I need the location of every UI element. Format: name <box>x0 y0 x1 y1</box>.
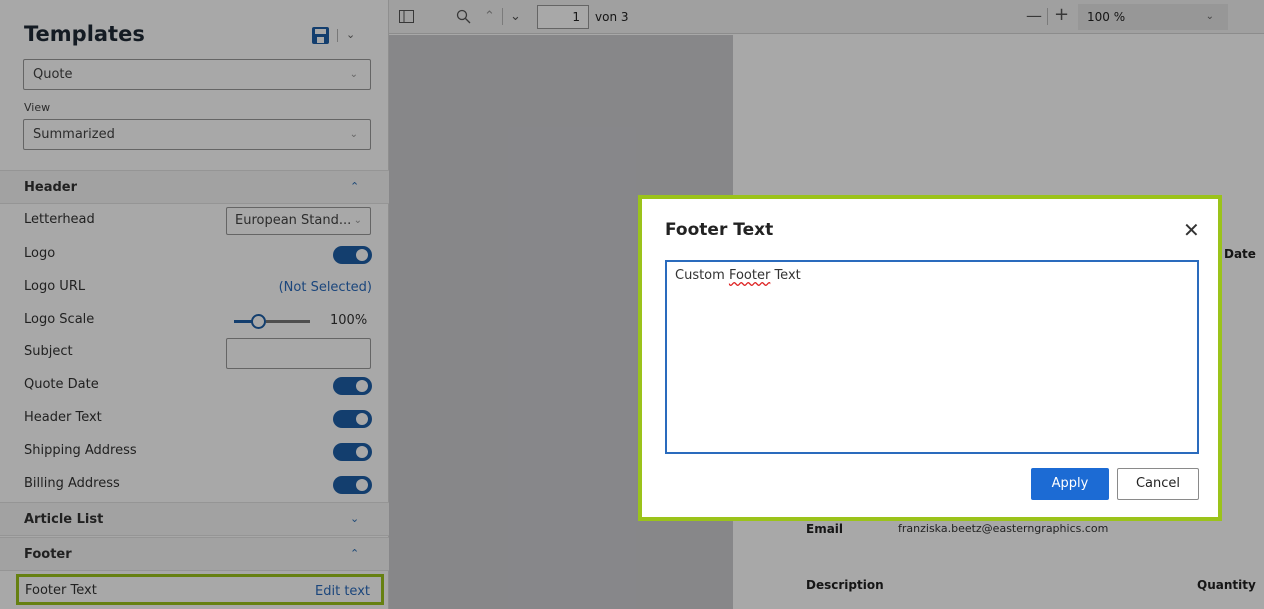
textarea-text-start: Custom <box>675 268 729 283</box>
close-icon[interactable]: ✕ <box>1183 218 1200 242</box>
misspelled-word: Footer <box>728 268 771 283</box>
cancel-button[interactable]: Cancel <box>1117 468 1199 500</box>
footer-text-dialog: Footer Text ✕ Custom Footer Text Apply C… <box>638 195 1222 521</box>
apply-button[interactable]: Apply <box>1031 468 1109 500</box>
textarea-text-end: Text <box>770 268 801 283</box>
dialog-title: Footer Text <box>665 220 774 240</box>
footer-text-textarea[interactable]: Custom Footer Text <box>665 260 1199 454</box>
